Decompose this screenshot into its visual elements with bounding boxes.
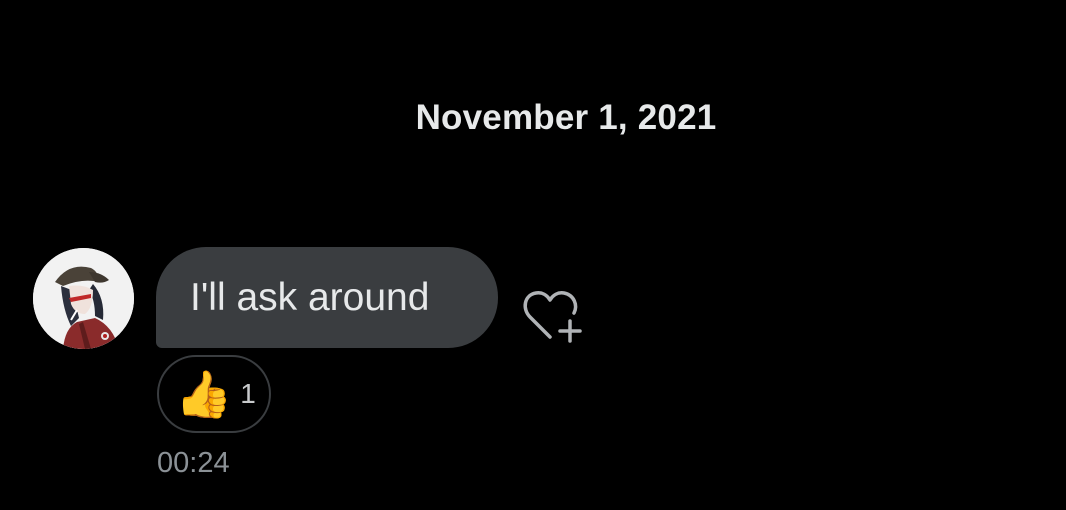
- user-avatar[interactable]: [33, 248, 134, 349]
- message-bubble[interactable]: I'll ask around: [156, 247, 498, 348]
- add-reaction-button[interactable]: [518, 285, 584, 345]
- thumbs-up-icon: 👍: [175, 368, 233, 420]
- heart-plus-icon: [523, 291, 582, 343]
- avatar-illustration: [33, 248, 134, 349]
- message-text: I'll ask around: [190, 275, 430, 319]
- reaction-count: 1: [240, 378, 256, 409]
- reaction-pill[interactable]: 👍 1: [157, 355, 271, 433]
- message-timestamp: 00:24: [157, 447, 230, 479]
- date-separator: November 1, 2021: [415, 98, 717, 137]
